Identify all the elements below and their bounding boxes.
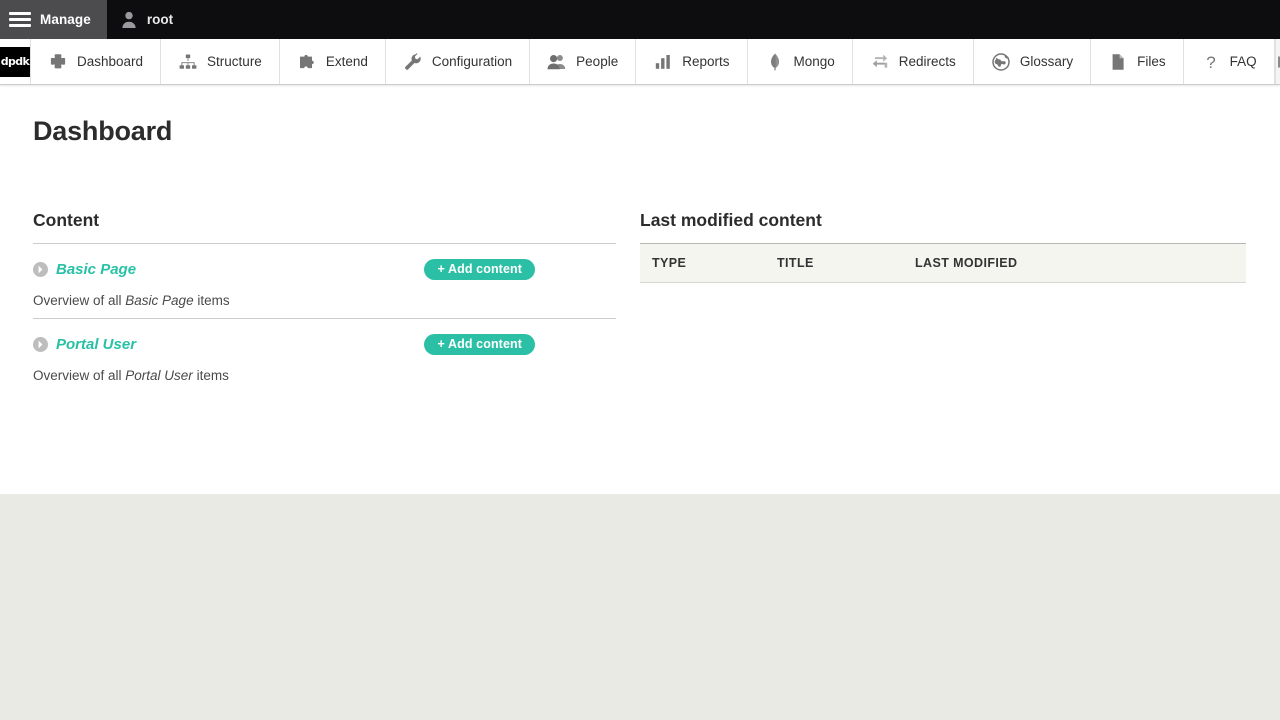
page-content: Dashboard Content Basic Page + Add conte… [0,85,1280,494]
user-account-button[interactable]: root [107,0,191,39]
table-header-row: TYPE TITLE LAST MODIFIED [640,243,1246,284]
toolbar-item-extend[interactable]: Extend [280,39,386,84]
chevron-right-icon [33,336,48,352]
content-type-link-label: Basic Page [56,260,137,278]
mongo-leaf-icon [770,53,779,70]
admin-toolbar-tabs: dpdk Dashboard Structure Extend Configur… [0,39,1280,85]
content-section-heading: Content [33,210,100,231]
page-title: Dashboard [33,116,173,146]
column-header-title[interactable]: TITLE [765,243,903,284]
content-type-description: Overview of all Basic Page items [33,284,616,318]
dashboard-columns: Content Basic Page + Add content Overvie… [33,210,1247,393]
add-content-button-basic-page[interactable]: + Add content [424,258,535,280]
redirect-arrows-icon [872,54,887,68]
plus-cross-icon [50,53,66,68]
content-block: Content Basic Page + Add content Overvie… [33,210,616,393]
collapse-toolbar-icon [1277,56,1280,67]
description-suffix: items [192,368,229,384]
toolbar-item-redirects[interactable]: Redirects [853,39,974,84]
admin-toolbar-bar: Manage root [0,0,1280,39]
toolbar-item-label: Files [1137,54,1166,69]
file-icon [1112,53,1124,70]
toolbar-item-people[interactable]: People [530,39,637,84]
toolbar-item-label: Structure [207,54,262,69]
toolbar-item-label: Configuration [431,54,513,69]
toolbar-item-label: Extend [325,54,368,69]
sitemap-icon [179,54,197,69]
column-header-type[interactable]: TYPE [640,243,765,284]
toolbar-item-label: Reports [682,54,730,69]
toolbar-item-label: People [576,54,619,69]
content-type-link-portal-user[interactable]: Portal User [33,336,136,353]
people-icon [547,54,566,69]
toolbar-collapse-button[interactable] [1275,39,1280,84]
site-logo-text: dpdk [0,46,30,77]
puzzle-piece-icon [299,54,314,68]
toolbar-item-label: FAQ [1229,54,1257,69]
hamburger-icon [9,12,31,27]
toolbar-item-mongo[interactable]: Mongo [748,39,853,84]
chevron-right-icon [33,261,48,277]
description-prefix: Overview of all [33,368,126,384]
description-type-name: Basic Page [125,293,194,309]
question-mark-icon: ? [1206,53,1215,72]
user-avatar-icon [122,11,136,28]
bar-chart-icon [656,54,671,69]
last-modified-block: Last modified content TYPE TITLE LAST MO… [616,210,1247,393]
description-type-name: Portal User [125,368,193,384]
toolbar-item-label: Dashboard [77,54,144,69]
toolbar-item-configuration[interactable]: Configuration [386,39,531,84]
manage-menu-button[interactable]: Manage [0,0,107,39]
add-content-button-portal-user[interactable]: + Add content [424,333,535,355]
content-type-description: Overview of all Portal User items [33,359,616,393]
toolbar-item-dashboard[interactable]: Dashboard [31,39,162,84]
content-type-link-basic-page[interactable]: Basic Page [33,261,136,278]
last-modified-heading: Last modified content [640,210,822,231]
column-header-last-modified[interactable]: LAST MODIFIED [903,243,1246,284]
content-type-row: Portal User + Add content Overview of al… [33,318,616,393]
description-suffix: items [193,293,230,309]
toolbar-item-label: Glossary [1019,54,1074,69]
globe-icon [992,52,1010,71]
description-prefix: Overview of all [33,293,126,309]
last-modified-table: TYPE TITLE LAST MODIFIED [640,243,1246,284]
content-type-row: Basic Page + Add content Overview of all… [33,244,616,318]
toolbar-item-glossary[interactable]: Glossary [974,39,1092,84]
content-type-link-label: Portal User [56,335,137,353]
toolbar-item-reports[interactable]: Reports [636,39,748,84]
content-type-list: Basic Page + Add content Overview of all… [33,243,616,393]
wrench-icon [404,52,421,70]
manage-label: Manage [40,12,91,27]
toolbar-item-faq[interactable]: ? FAQ [1184,39,1275,84]
toolbar-item-label: Mongo [793,54,835,69]
page-footer-background [0,494,1280,720]
toolbar-item-label: Redirects [898,54,956,69]
site-logo[interactable]: dpdk [0,39,31,84]
toolbar-item-files[interactable]: Files [1091,39,1184,84]
user-name-label: root [146,12,174,27]
toolbar-item-structure[interactable]: Structure [161,39,280,84]
svg-text:?: ? [1206,53,1215,72]
